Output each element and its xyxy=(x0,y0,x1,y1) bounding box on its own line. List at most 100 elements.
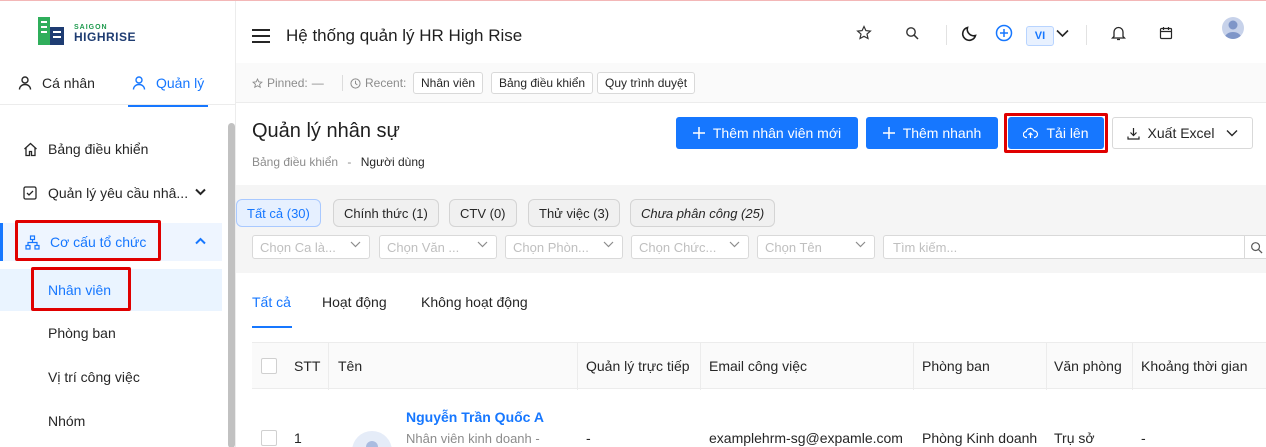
column-header[interactable]: Phòng ban xyxy=(922,358,990,374)
chevron-down-icon xyxy=(195,188,206,199)
recent-label: Recent: xyxy=(350,76,406,90)
highlight-box-org xyxy=(15,220,161,261)
header-divider xyxy=(1086,25,1087,45)
plus-icon xyxy=(882,127,895,139)
employee-table: STT Tên Quản lý trực tiếp Email công việ… xyxy=(252,342,1266,447)
star-icon[interactable] xyxy=(854,23,874,43)
chevron-down-icon xyxy=(729,240,740,251)
sidebar-subitem-departments[interactable]: Phòng ban xyxy=(0,321,222,345)
name-select[interactable]: Chọn Tên xyxy=(757,235,875,259)
status-filter-official[interactable]: Chính thức (1) xyxy=(333,199,439,227)
sidebar-item-requests-label: Quản lý yêu cầu nhâ... xyxy=(48,185,189,201)
sidebar-subitem-positions-label: Vị trí công việc xyxy=(48,369,140,385)
sidebar: SAIGON HIGHRISE Cá nhân Quản lý Bảng điề… xyxy=(0,1,236,447)
moon-icon[interactable] xyxy=(960,23,980,43)
avatar xyxy=(352,431,392,447)
search-input[interactable]: Tìm kiếm... xyxy=(883,235,1266,259)
bell-icon[interactable] xyxy=(1108,23,1128,43)
search-icon[interactable] xyxy=(902,23,922,43)
chevron-down-icon xyxy=(855,240,866,251)
employee-name-link[interactable]: Nguyễn Trần Quốc A xyxy=(406,409,544,425)
plus-icon xyxy=(692,127,705,139)
table-header: STT Tên Quản lý trực tiếp Email công việ… xyxy=(252,342,1266,390)
highlight-box-employees xyxy=(31,267,131,311)
chevron-down-icon xyxy=(1226,130,1238,137)
sidebar-item-requests[interactable]: Quản lý yêu cầu nhâ... xyxy=(0,181,222,205)
shift-select-placeholder: Chọn Ca là... xyxy=(260,239,336,255)
status-filter-probation[interactable]: Thử việc (3) xyxy=(528,199,621,227)
pinned-label: Pinned: — xyxy=(252,76,324,90)
recent-chip[interactable]: Quy trình duyệt xyxy=(597,72,696,94)
status-filter-all[interactable]: Tất cả (30) xyxy=(236,199,321,227)
chevron-down-icon[interactable] xyxy=(1052,23,1072,43)
export-excel-label: Xuất Excel xyxy=(1147,125,1215,141)
sidebar-item-dashboard-label: Bảng điều khiển xyxy=(48,141,149,157)
recent-chip[interactable]: Nhân viên xyxy=(413,72,484,94)
tab-manage[interactable]: Quản lý xyxy=(128,75,209,107)
star-icon xyxy=(252,77,263,88)
column-header[interactable]: Khoảng thời gian xyxy=(1141,358,1247,374)
tab-personal[interactable]: Cá nhân xyxy=(18,75,95,91)
position-select[interactable]: Chọn Chức... xyxy=(631,235,749,259)
quick-add-button[interactable]: Thêm nhanh xyxy=(866,117,998,149)
department-select-placeholder: Chọn Phòn... xyxy=(513,239,589,255)
status-filter-unassigned[interactable]: Chưa phân công (25) xyxy=(630,199,776,227)
brand-logo[interactable]: SAIGON HIGHRISE xyxy=(36,15,160,47)
sidebar-subitem-groups[interactable]: Nhóm xyxy=(0,409,222,433)
cell-period: - xyxy=(1141,430,1146,446)
column-header[interactable]: STT xyxy=(294,358,320,374)
position-select-placeholder: Chọn Chức... xyxy=(639,239,717,255)
home-icon xyxy=(22,141,38,157)
tab-personal-label: Cá nhân xyxy=(42,75,95,91)
export-excel-button[interactable]: Xuất Excel xyxy=(1112,117,1253,149)
sidebar-scrollbar[interactable] xyxy=(228,123,235,447)
cell-email: examplehrm-sg@expamle.com xyxy=(709,430,903,446)
chevron-down-icon xyxy=(477,240,488,251)
sidebar-subitem-positions[interactable]: Vị trí công việc xyxy=(0,365,222,389)
pinned-value: — xyxy=(311,76,324,90)
breadcrumb-parent[interactable]: Bảng điều khiển xyxy=(252,155,338,169)
tab-inactive[interactable]: Không hoạt động xyxy=(421,294,528,310)
avatar[interactable] xyxy=(1222,17,1244,39)
recent-chip[interactable]: Bảng điều khiển xyxy=(491,72,594,94)
add-employee-button[interactable]: Thêm nhân viên mới xyxy=(676,117,858,149)
header-divider xyxy=(946,25,947,45)
status-filter-ctv[interactable]: CTV (0) xyxy=(449,199,517,227)
tab-active[interactable]: Hoạt động xyxy=(322,294,387,310)
calendar-icon[interactable] xyxy=(1156,23,1176,43)
plus-circle-icon[interactable] xyxy=(994,23,1014,43)
cell-manager: - xyxy=(586,430,591,446)
tab-all[interactable]: Tất cả xyxy=(252,294,291,310)
column-header[interactable]: Email công việc xyxy=(709,358,807,374)
column-header[interactable]: Tên xyxy=(338,358,362,374)
tab-manage-label: Quản lý xyxy=(156,75,205,91)
office-select[interactable]: Chọn Văn ... xyxy=(379,235,497,259)
column-header[interactable]: Văn phòng xyxy=(1054,358,1122,374)
column-divider xyxy=(1046,343,1047,390)
download-icon xyxy=(1126,127,1140,140)
shift-select[interactable]: Chọn Ca là... xyxy=(252,235,370,259)
table-row[interactable]: 1 Nguyễn Trần Quốc A Nhân viên kinh doan… xyxy=(252,389,1266,447)
tab-active-underline xyxy=(128,105,209,107)
department-select[interactable]: Chọn Phòn... xyxy=(505,235,623,259)
column-divider xyxy=(700,343,701,390)
sidebar-subitem-departments-label: Phòng ban xyxy=(48,325,116,341)
select-all-checkbox[interactable] xyxy=(261,358,277,374)
sidebar-item-dashboard[interactable]: Bảng điều khiển xyxy=(0,137,222,161)
building-logo-icon xyxy=(38,17,64,45)
column-divider xyxy=(913,343,914,390)
recent-label-text: Recent: xyxy=(365,76,407,90)
user-icon xyxy=(18,76,32,90)
sidebar-subitem-groups-label: Nhóm xyxy=(48,413,86,429)
user-icon xyxy=(132,76,146,90)
mode-tabs: Cá nhân Quản lý xyxy=(0,61,236,107)
column-header[interactable]: Quản lý trực tiếp xyxy=(586,358,690,374)
name-select-placeholder: Chọn Tên xyxy=(765,239,822,255)
active-indicator xyxy=(0,223,3,261)
chevron-down-icon xyxy=(350,240,361,251)
language-badge[interactable]: VI xyxy=(1026,26,1054,46)
menu-icon[interactable] xyxy=(252,29,270,43)
search-placeholder: Tìm kiếm... xyxy=(893,239,958,255)
search-icon[interactable] xyxy=(1244,236,1266,258)
row-checkbox[interactable] xyxy=(261,430,277,446)
